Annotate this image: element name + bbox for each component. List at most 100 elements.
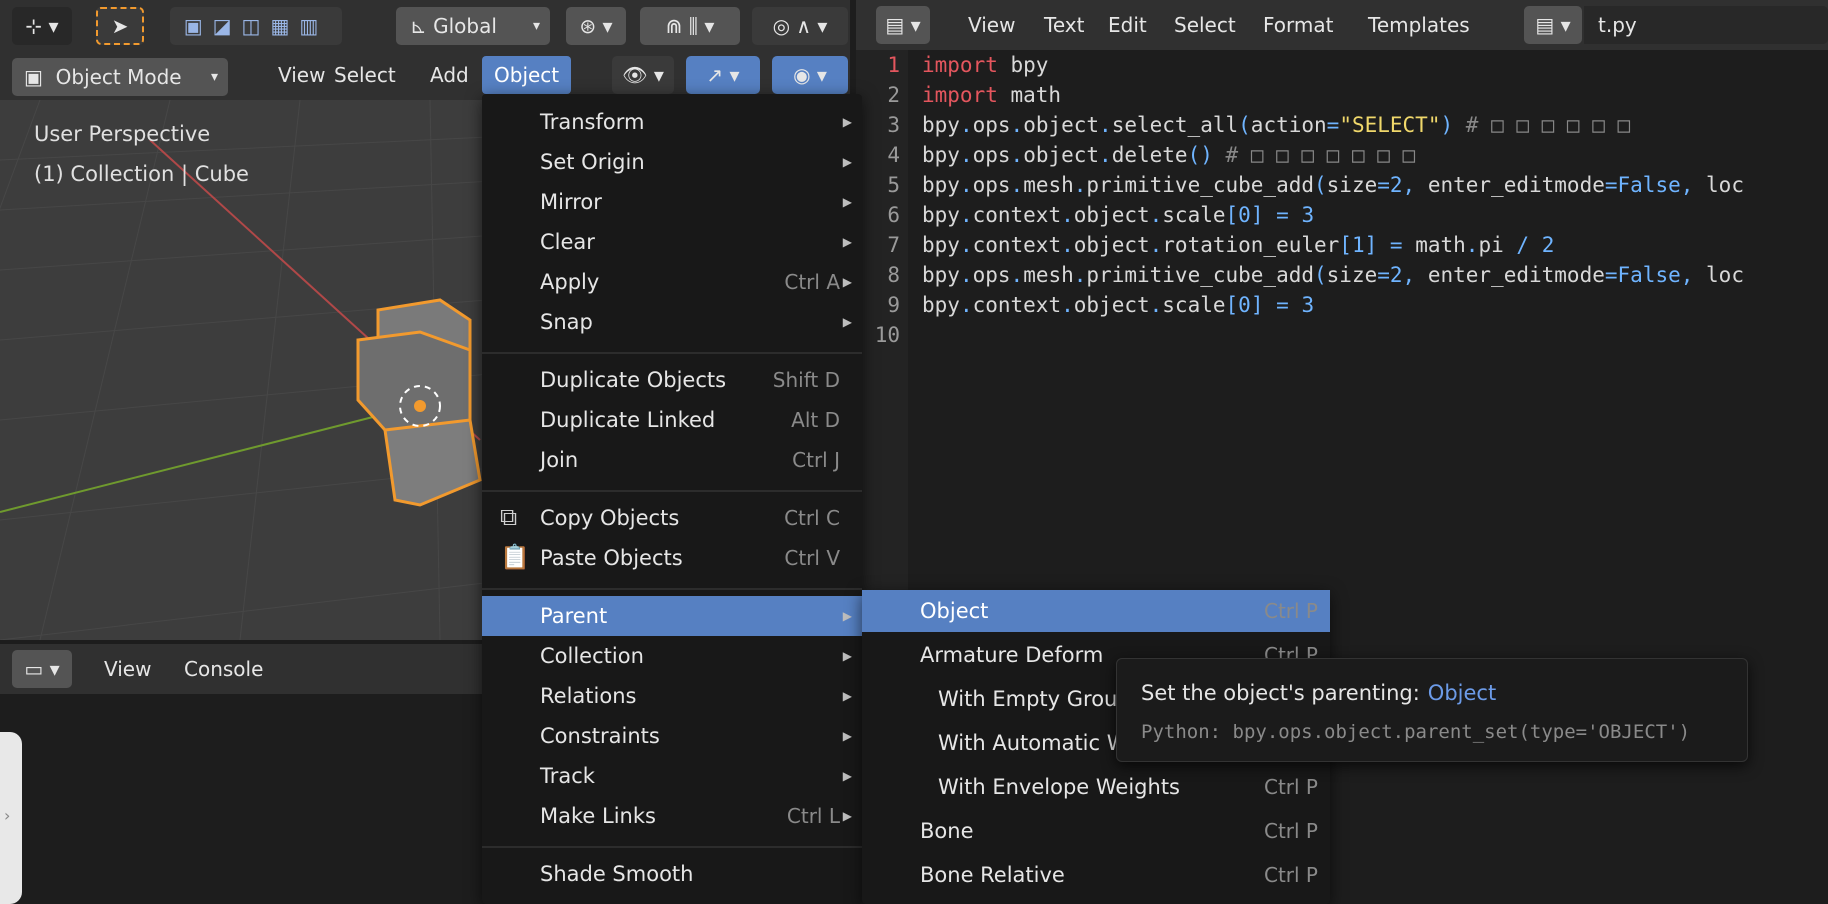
text-file-icon: ▤ ▾ <box>1535 13 1571 37</box>
parent-item-label: Armature Deform <box>920 643 1104 667</box>
menu-item-label: Copy Objects <box>540 506 680 530</box>
menu-item-track[interactable]: Track ▶ <box>482 756 862 796</box>
menu-item-join[interactable]: Join Ctrl J <box>482 440 862 480</box>
tooltip-description: Set the object's parenting: <box>1141 681 1420 705</box>
menu-item-paste-objects[interactable]: 📋 Paste Objects Ctrl V <box>482 538 862 578</box>
side-panel-toggle[interactable]: › <box>0 732 22 904</box>
te-menu-templates[interactable]: Templates <box>1356 6 1482 44</box>
line-number: 10 <box>874 323 900 347</box>
cursor-icon: ➤ <box>111 14 129 38</box>
parent-item-shortcut: Ctrl P <box>1263 863 1318 887</box>
object-mode-icon: ▣ <box>24 65 56 89</box>
parent-item-label: Bone <box>920 819 974 843</box>
proportional-edit-group[interactable]: ◎ ∧ ▾ <box>752 7 848 45</box>
text-editor-icon: ▤ ▾ <box>885 13 921 37</box>
chevron-right-icon: › <box>4 806 11 825</box>
menu-item-make-links[interactable]: Make Links Ctrl L ▶ <box>482 796 862 836</box>
parent-item-label: Object <box>920 599 989 623</box>
text-editor-header: ▤ ▾ View Text Edit Select Format Templat… <box>856 0 1828 50</box>
axis-icon: ⊾ <box>410 14 434 38</box>
menu-item-constraints[interactable]: Constraints ▶ <box>482 716 862 756</box>
menu-item-shortcut: Shift D <box>772 368 840 392</box>
pivot-dropdown[interactable]: ⊛ ▾ <box>566 7 626 45</box>
menu-item-duplicate-linked[interactable]: Duplicate Linked Alt D <box>482 400 862 440</box>
code-line: bpy.ops.object.select_all(action="SELECT… <box>922 113 1631 137</box>
menu-select[interactable]: Select <box>322 56 408 94</box>
menu-object[interactable]: Object <box>482 56 572 94</box>
te-menu-edit[interactable]: Edit <box>1096 6 1159 44</box>
parent-item-label: With Envelope Weights <box>938 775 1180 799</box>
editor-type-button[interactable]: ⊹ ▾ <box>12 7 72 45</box>
submenu-arrow-icon: ▶ <box>842 315 852 329</box>
parent-item-bone[interactable]: Bone Ctrl P <box>862 810 1330 852</box>
te-editor-type-button[interactable]: ▤ ▾ <box>876 6 930 44</box>
menu-item-mirror[interactable]: Mirror ▶ <box>482 182 862 222</box>
code-line: bpy.ops.mesh.primitive_cube_add(size=2, … <box>922 173 1744 197</box>
line-number: 3 <box>887 113 900 137</box>
submenu-arrow-icon: ▶ <box>842 235 852 249</box>
gizmo-toggle[interactable]: ↗ ▾ <box>686 56 760 94</box>
line-number: 5 <box>887 173 900 197</box>
snap-group[interactable]: ⋒ ⫼ ▾ <box>640 7 740 45</box>
menu-item-snap[interactable]: Snap ▶ <box>482 302 862 342</box>
overlay-toggle[interactable]: ◉ ▾ <box>772 56 848 94</box>
submenu-arrow-icon: ▶ <box>842 809 852 823</box>
code-area[interactable]: import bpy import math bpy.ops.object.se… <box>922 50 1744 350</box>
menu-item-copy-objects[interactable]: ⧉ Copy Objects Ctrl C <box>482 498 862 538</box>
mode-dropdown[interactable]: ▣ Object Mode ▾ <box>12 58 228 96</box>
console-icon: ▭ ▾ <box>24 657 60 681</box>
parent-item-label: Bone Relative <box>920 863 1065 887</box>
text-datablock-dropdown[interactable]: ▤ ▾ <box>1524 6 1582 44</box>
menu-item-shortcut: Ctrl C <box>784 506 840 530</box>
parent-item-object[interactable]: Object Ctrl P <box>862 590 1330 632</box>
parent-item-with-envelope-weights[interactable]: With Envelope Weights Ctrl P <box>862 766 1330 808</box>
menu-item-apply[interactable]: Apply Ctrl A ▶ <box>482 262 862 302</box>
parent-item-bone-relative[interactable]: Bone Relative Ctrl P <box>862 854 1330 896</box>
menu-item-clear[interactable]: Clear ▶ <box>482 222 862 262</box>
orientation-dropdown[interactable]: ⊾ Global ▾ <box>396 7 550 45</box>
paste-icon: 📋 <box>500 543 530 571</box>
tooltip: Set the object's parenting: Object Python… <box>1116 658 1748 762</box>
overlay-icon: ◉ ▾ <box>793 63 827 87</box>
menu-item-label: Duplicate Objects <box>540 368 727 392</box>
menu-separator <box>482 352 862 354</box>
menu-item-transform[interactable]: Transform ▶ <box>482 102 862 142</box>
te-menu-text[interactable]: Text <box>1032 6 1096 44</box>
submenu-arrow-icon: ▶ <box>842 649 852 663</box>
visibility-dropdown[interactable]: 👁 ▾ <box>612 56 674 94</box>
chevron-down-icon: ▾ <box>210 69 218 85</box>
menu-item-set-origin[interactable]: Set Origin ▶ <box>482 142 862 182</box>
filename-field[interactable]: t.py <box>1584 6 1828 44</box>
code-line: bpy.context.object.scale[0] = 3 <box>922 293 1315 317</box>
selection-mode-icons: ▣◪◫▦▥ <box>183 14 329 38</box>
menu-item-duplicate-objects[interactable]: Duplicate Objects Shift D <box>482 360 862 400</box>
tooltip-title: Set the object's parenting: Object <box>1141 681 1496 705</box>
select-tool-button[interactable]: ➤ <box>96 7 144 45</box>
code-line: bpy.ops.object.delete() # □ □ □ □ □ □ □ <box>922 143 1416 167</box>
menu-item-parent[interactable]: Parent ▶ <box>482 596 862 636</box>
menu-item-relations[interactable]: Relations ▶ <box>482 676 862 716</box>
view-perspective-label: User Perspective <box>34 122 211 146</box>
console-menu-view[interactable]: View <box>92 650 163 688</box>
selection-mode-group[interactable]: ▣◪◫▦▥ <box>170 7 342 45</box>
code-line: bpy.context.object.scale[0] = 3 <box>922 203 1315 227</box>
menu-item-shortcut: Ctrl A <box>784 270 840 294</box>
line-number: 1 <box>887 53 900 77</box>
line-number: 9 <box>887 293 900 317</box>
te-menu-view[interactable]: View <box>956 6 1027 44</box>
console-editor-type-button[interactable]: ▭ ▾ <box>12 650 72 688</box>
submenu-arrow-icon: ▶ <box>842 689 852 703</box>
te-menu-select[interactable]: Select <box>1162 6 1248 44</box>
te-menu-format[interactable]: Format <box>1251 6 1345 44</box>
menu-separator <box>482 588 862 590</box>
code-line: bpy.ops.mesh.primitive_cube_add(size=2, … <box>922 263 1744 287</box>
menu-item-label: Clear <box>540 230 595 254</box>
menu-separator <box>482 846 862 848</box>
console-menu-console[interactable]: Console <box>172 650 275 688</box>
menu-add[interactable]: Add <box>418 56 481 94</box>
menu-item-collection[interactable]: Collection ▶ <box>482 636 862 676</box>
parent-item-shortcut: Ctrl P <box>1263 599 1318 623</box>
gizmo-icon: ↗ ▾ <box>706 63 740 87</box>
menu-item-shade-smooth[interactable]: Shade Smooth <box>482 854 862 894</box>
tooltip-python: Python: bpy.ops.object.parent_set(type='… <box>1141 721 1691 743</box>
